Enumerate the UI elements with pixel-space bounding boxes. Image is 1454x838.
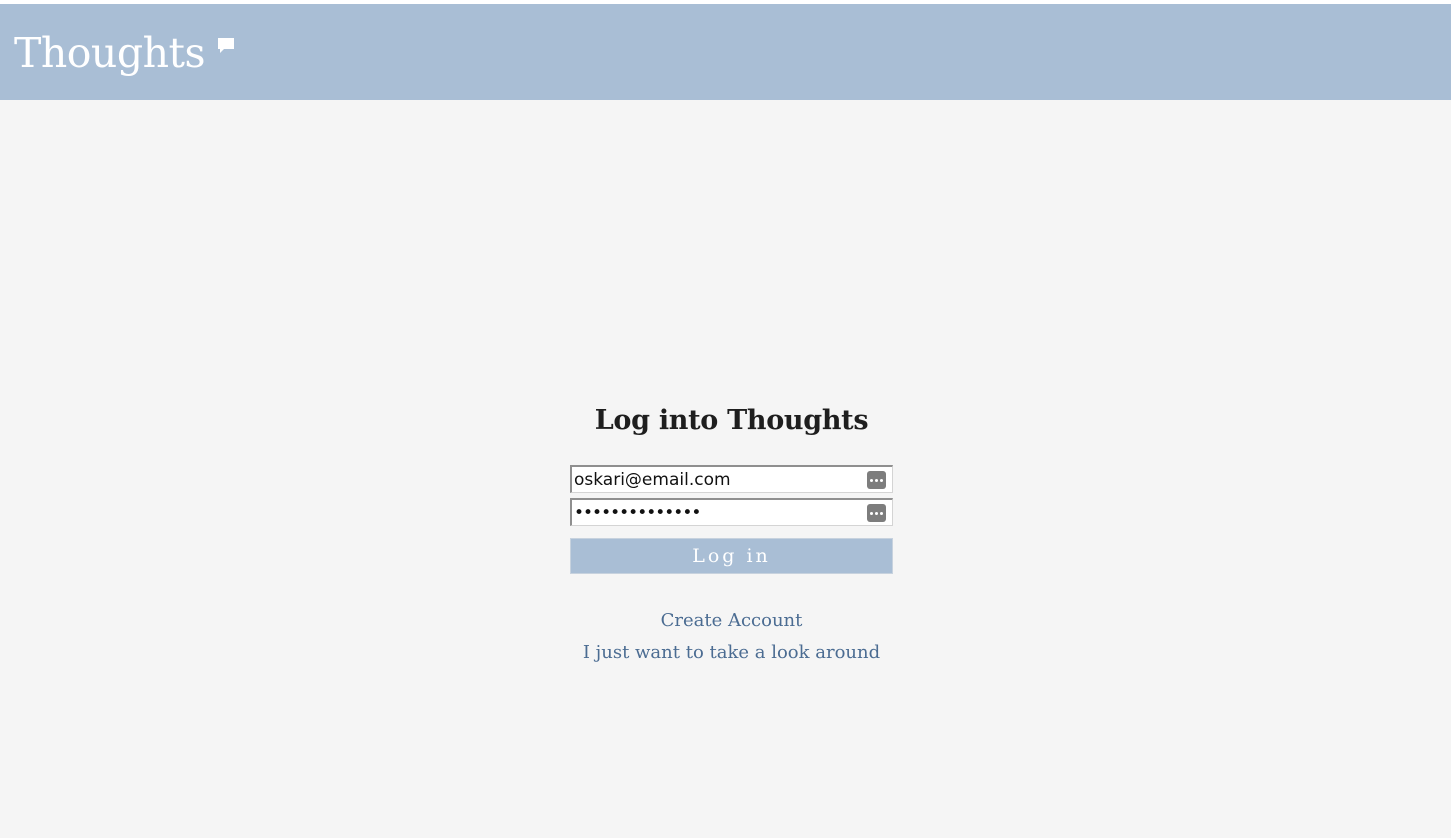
top-header: Thoughts — [0, 4, 1451, 100]
brand-link[interactable]: Thoughts — [14, 26, 236, 80]
keychain-autofill-icon[interactable] — [867, 504, 886, 522]
password-field-wrapper — [570, 498, 893, 526]
login-title: Log into Thoughts — [594, 405, 869, 436]
auth-links: Create Account I just want to take a loo… — [570, 605, 893, 669]
email-field[interactable] — [574, 467, 859, 492]
page: Thoughts Log into Thoughts Log in Create… — [0, 4, 1451, 838]
speech-bubble-icon — [216, 36, 236, 56]
password-field[interactable] — [574, 500, 859, 525]
look-around-link[interactable]: I just want to take a look around — [570, 637, 893, 669]
create-account-link[interactable]: Create Account — [570, 605, 893, 637]
login-button[interactable]: Log in — [570, 538, 893, 574]
keychain-autofill-icon[interactable] — [867, 471, 886, 489]
brand-title: Thoughts — [14, 28, 206, 77]
email-field-wrapper — [570, 465, 893, 493]
login-form: Log into Thoughts Log in Create Account … — [570, 400, 893, 663]
